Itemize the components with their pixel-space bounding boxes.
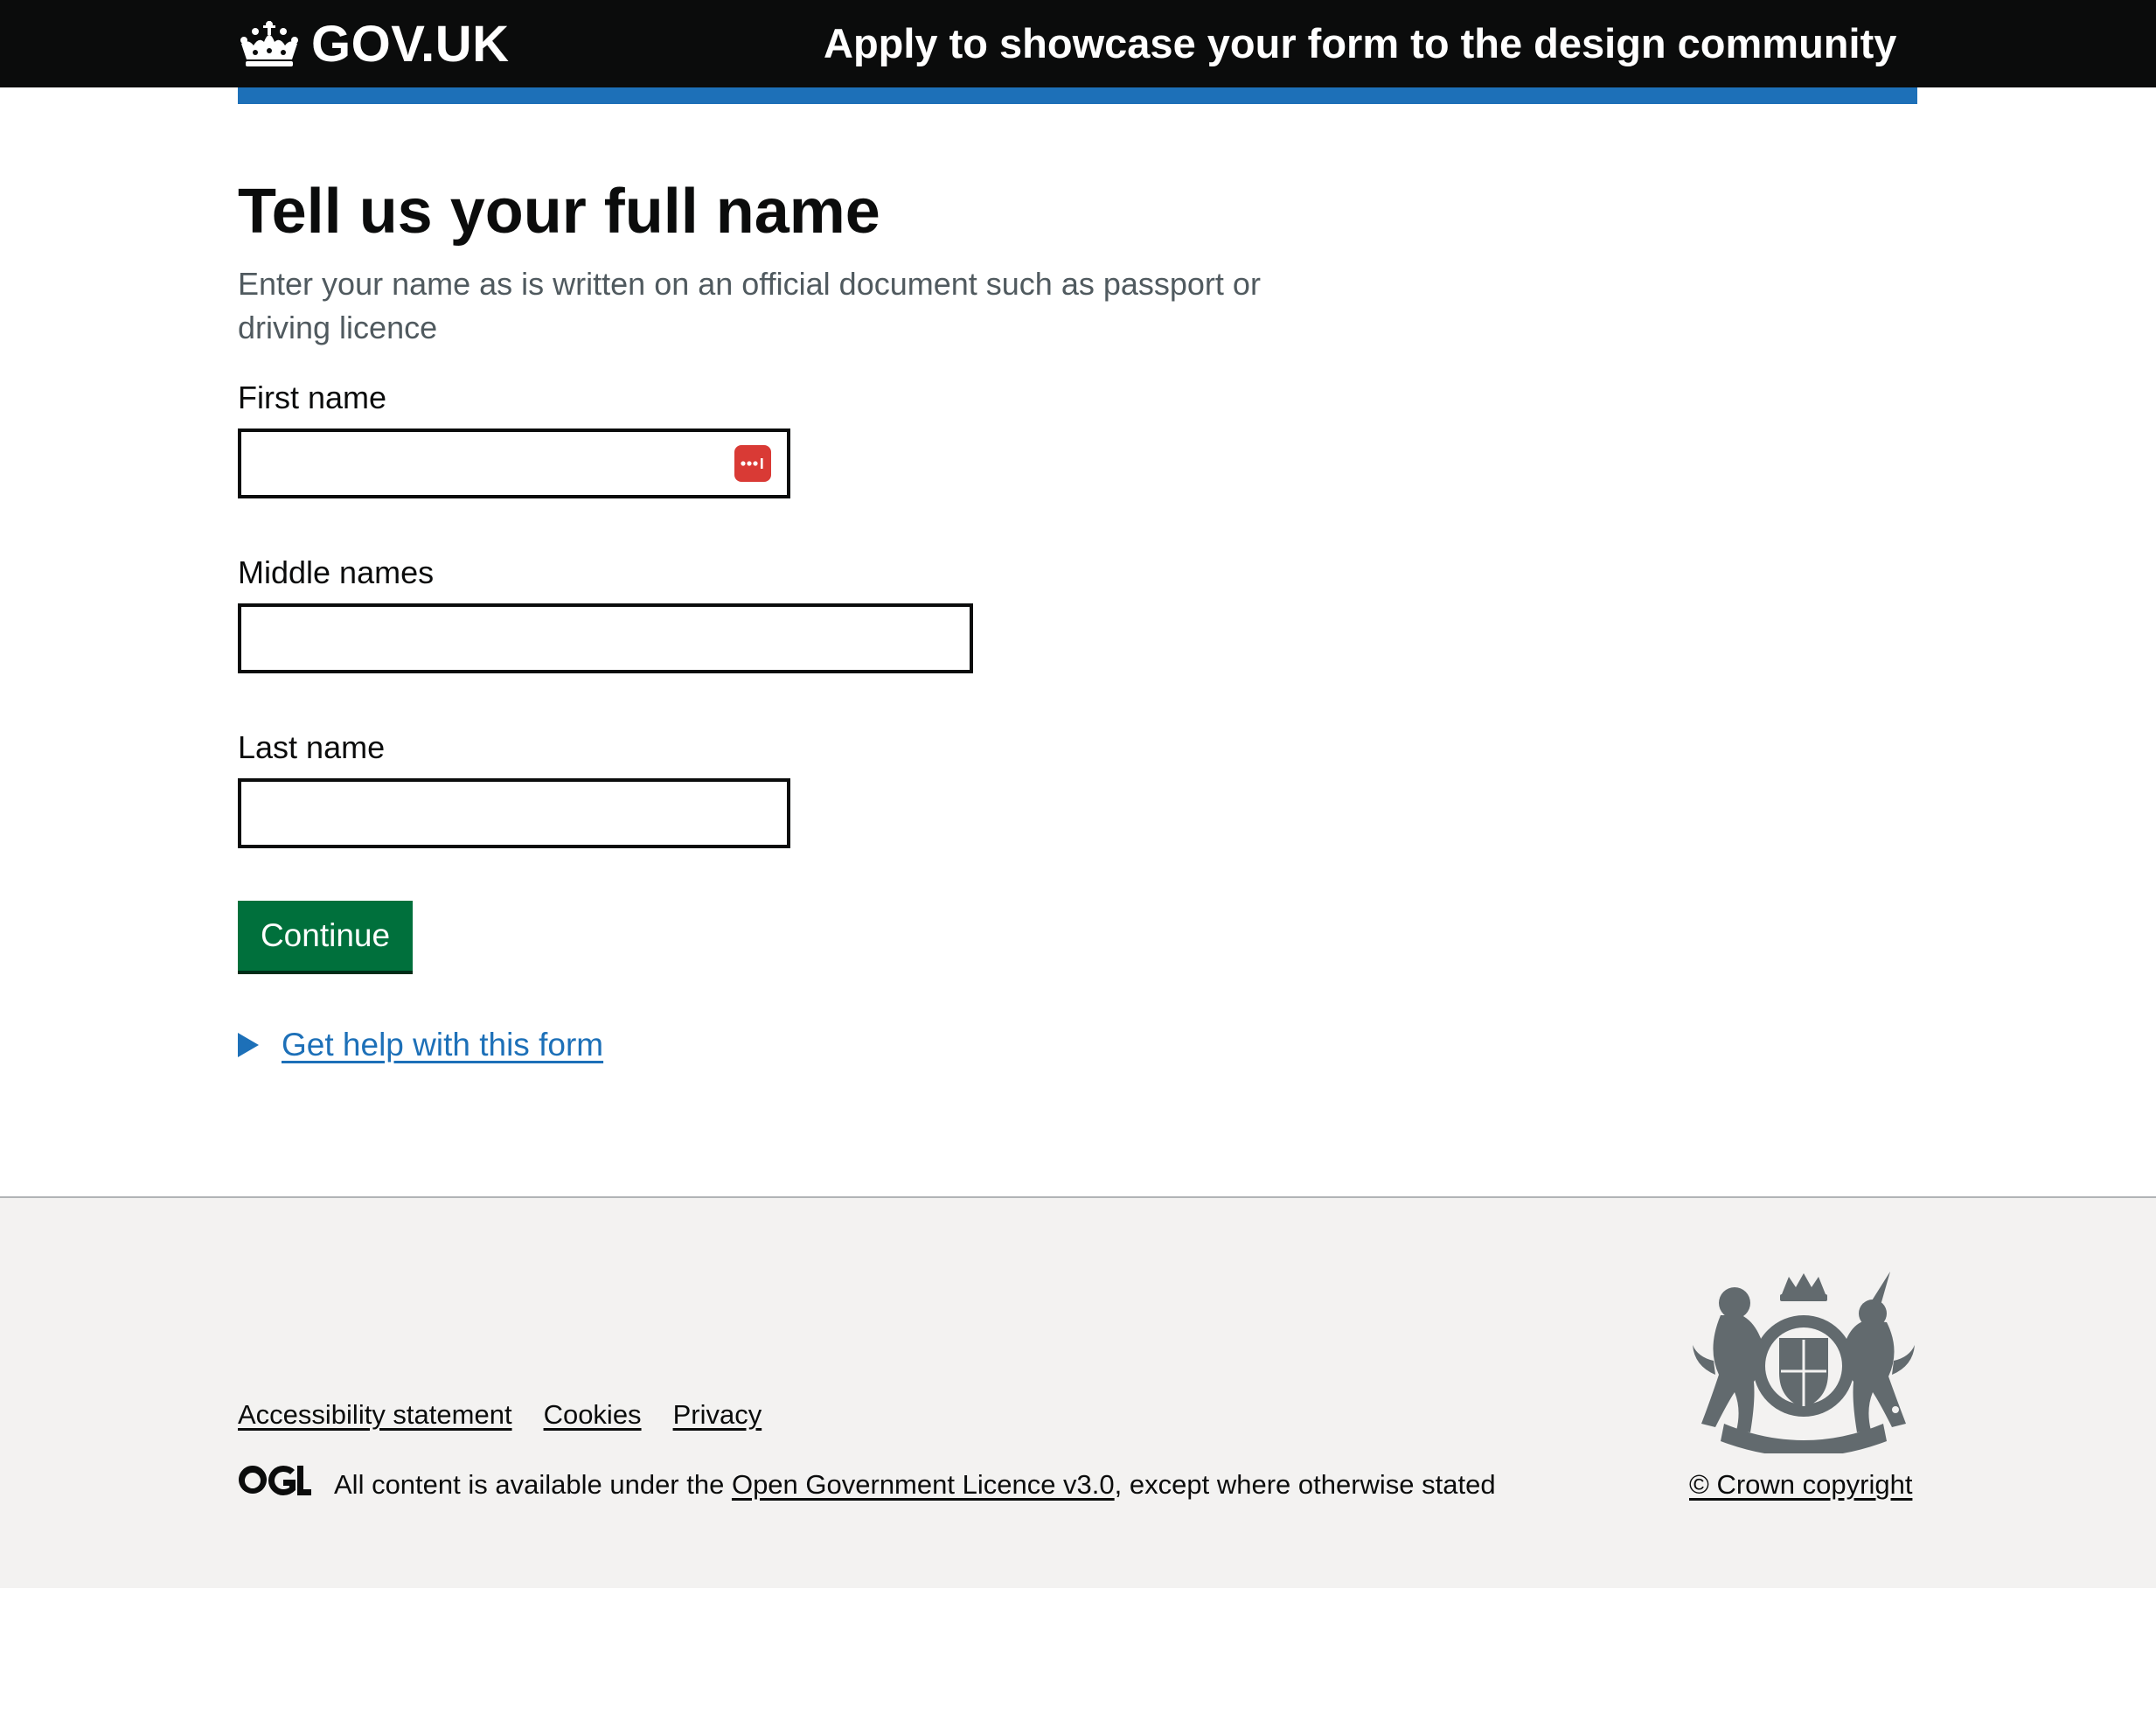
header-blue-bar: [238, 87, 1917, 104]
logo-text: GOV.UK: [311, 15, 510, 73]
name-hint: Enter your name as is written on an offi…: [238, 266, 1261, 345]
help-link[interactable]: Get help with this form: [282, 1027, 603, 1063]
crown-copyright-link[interactable]: © Crown copyright: [1689, 1466, 1912, 1504]
crown-icon: [240, 21, 298, 66]
first-name-input[interactable]: [238, 429, 790, 498]
licence-prefix: All content is available under the: [334, 1469, 732, 1500]
cookies-link[interactable]: Cookies: [544, 1396, 642, 1434]
middle-names-input[interactable]: [238, 603, 973, 673]
page-title: Tell us your full name: [238, 177, 880, 247]
password-manager-icon[interactable]: [734, 445, 771, 482]
site-footer: Accessibility statement Cookies Privacy …: [0, 1196, 2156, 1588]
footer-links: Accessibility statement Cookies Privacy: [238, 1396, 762, 1434]
accessibility-statement-link[interactable]: Accessibility statement: [238, 1396, 512, 1434]
licence-suffix: , except where otherwise stated: [1114, 1469, 1496, 1500]
last-name-label: Last name: [238, 729, 386, 765]
ogl-logo-icon: [239, 1466, 311, 1495]
royal-coat-of-arms-icon: [1693, 1272, 1915, 1453]
triangle-right-icon: [238, 1033, 259, 1057]
open-government-licence-link[interactable]: Open Government Licence v3.0: [732, 1469, 1115, 1500]
first-name-label: First name: [238, 380, 387, 415]
govuk-logo-link[interactable]: GOV.UK: [238, 14, 509, 73]
middle-names-label: Middle names: [238, 554, 435, 590]
licence-statement: All content is available under the Open …: [334, 1466, 1496, 1504]
service-name[interactable]: Apply to showcase your form to the desig…: [824, 14, 1896, 73]
help-details-toggle[interactable]: Get help with this form: [238, 1023, 603, 1067]
site-header: GOV.UK Apply to showcase your form to th…: [0, 0, 2156, 87]
last-name-input[interactable]: [238, 778, 790, 848]
privacy-link[interactable]: Privacy: [673, 1396, 762, 1434]
continue-button[interactable]: Continue: [238, 901, 413, 971]
